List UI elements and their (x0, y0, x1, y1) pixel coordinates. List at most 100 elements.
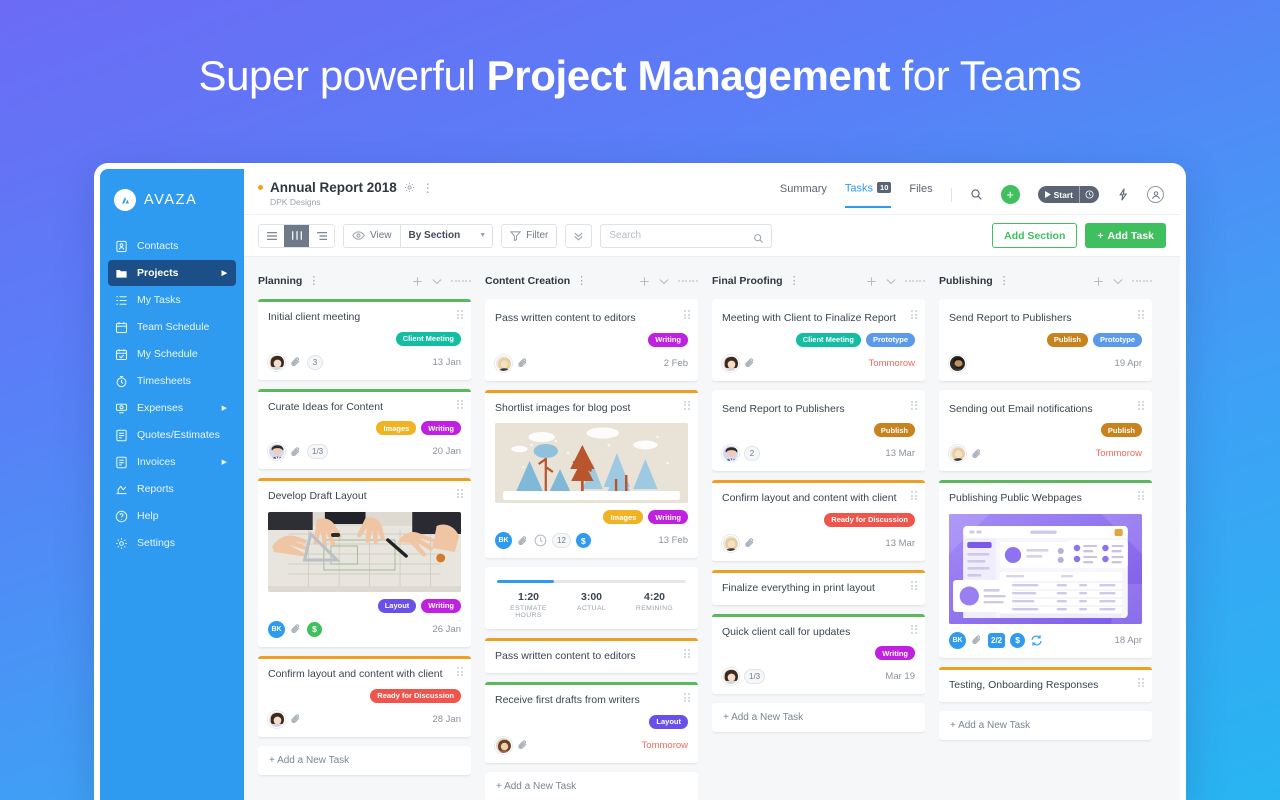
column-drag-handle-icon[interactable] (678, 280, 698, 282)
search-box[interactable] (600, 223, 773, 249)
column-drag-handle-icon[interactable] (905, 280, 925, 282)
attachment-icon[interactable] (517, 535, 529, 547)
task-tag[interactable]: Writing (648, 332, 688, 347)
task-tag[interactable]: Publish (1100, 423, 1142, 438)
view-mode-switcher[interactable] (258, 223, 335, 248)
drag-handle-icon[interactable] (911, 624, 917, 634)
drag-handle-icon[interactable] (1138, 677, 1144, 688)
search-icon[interactable] (753, 231, 764, 249)
task-card[interactable]: Send Report to Publishers Publish Prototyp… (939, 299, 1152, 381)
drag-handle-icon[interactable] (1138, 491, 1144, 501)
attachment-icon[interactable] (290, 446, 302, 458)
search-input[interactable] (601, 224, 772, 247)
drag-handle-icon[interactable] (457, 310, 463, 320)
task-card[interactable]: Develop Draft Layout Layout Writing BK $26 J… (258, 478, 471, 647)
drag-handle-icon[interactable] (1138, 400, 1144, 410)
task-card[interactable]: Confirm layout and content with client Re… (258, 655, 471, 737)
list-view-button[interactable] (259, 224, 284, 247)
task-tag[interactable]: Writing (421, 598, 461, 613)
task-tag[interactable]: Client Meeting (795, 332, 861, 347)
task-card[interactable]: Finalize everything in print layout (712, 569, 925, 605)
timer-clock-icon[interactable] (1080, 190, 1099, 199)
column-more-menu-icon[interactable]: ⋮ (999, 275, 1010, 287)
attachment-icon[interactable] (971, 634, 983, 646)
sidebar-item-timesheets[interactable]: Timesheets (108, 368, 236, 394)
drag-handle-icon[interactable] (1138, 310, 1144, 320)
task-tag[interactable]: Ready for Discussion (824, 512, 915, 527)
task-tag[interactable]: Publish (873, 423, 915, 438)
drag-handle-icon[interactable] (911, 400, 917, 410)
attachment-icon[interactable] (290, 356, 302, 368)
gear-icon[interactable] (404, 182, 415, 193)
attachment-icon[interactable] (290, 713, 302, 725)
outline-view-button[interactable] (309, 224, 334, 247)
task-card[interactable]: Curate Ideas for Content Images Writing 1/3… (258, 388, 471, 470)
view-button[interactable]: View (343, 223, 400, 248)
filter-button[interactable]: Filter (501, 223, 558, 248)
sidebar-item-invoices[interactable]: Invoices ▶ (108, 449, 236, 475)
sidebar-item-team-schedule[interactable]: Team Schedule (108, 314, 236, 340)
expand-all-button[interactable] (565, 223, 593, 248)
column-collapse-icon[interactable] (432, 278, 442, 285)
add-new-task-button[interactable]: + Add a New Task (485, 771, 698, 800)
task-tag[interactable]: Writing (875, 646, 915, 661)
project-more-menu-icon[interactable]: ⋮ (422, 182, 434, 194)
add-new-task-button[interactable]: + Add a New Task (258, 745, 471, 775)
drag-handle-icon[interactable] (911, 580, 917, 591)
tab-tasks[interactable]: Tasks 10 (844, 182, 892, 208)
sidebar-item-quotes-estimates[interactable]: Quotes/Estimates (108, 422, 236, 448)
column-collapse-icon[interactable] (1113, 278, 1123, 285)
drag-handle-icon[interactable] (911, 310, 917, 320)
tab-files[interactable]: Files (909, 183, 932, 206)
task-tag[interactable]: Layout (377, 598, 417, 613)
task-card[interactable]: Pass written content to editors Writing 2 … (485, 299, 698, 381)
task-tag[interactable]: Images (603, 510, 644, 525)
task-tag[interactable]: Publish (1046, 332, 1088, 347)
column-more-menu-icon[interactable]: ⋮ (789, 275, 800, 287)
attachment-icon[interactable] (290, 623, 302, 635)
column-add-task-icon[interactable] (866, 276, 877, 287)
drag-handle-icon[interactable] (684, 692, 690, 703)
tab-summary[interactable]: Summary (780, 183, 827, 206)
sidebar-item-projects[interactable]: Projects ▶ (108, 260, 236, 286)
task-tag[interactable]: Prototype (1092, 332, 1142, 347)
drag-handle-icon[interactable] (457, 666, 463, 677)
sidebar-item-expenses[interactable]: Expenses ▶ (108, 395, 236, 421)
task-tag[interactable]: Layout (649, 714, 688, 729)
group-by-select[interactable]: By Section ▼ (399, 223, 494, 248)
column-add-task-icon[interactable] (639, 276, 650, 287)
task-card[interactable]: Publishing Public Webpages BK 2/2 $18 Apr (939, 480, 1152, 658)
task-card[interactable]: Quick client call for updates Writing 1/3 M… (712, 613, 925, 695)
add-button[interactable]: + (1000, 185, 1020, 205)
add-new-task-button[interactable]: + Add a New Task (939, 710, 1152, 740)
column-collapse-icon[interactable] (886, 278, 896, 285)
column-add-task-icon[interactable] (1093, 276, 1104, 287)
column-drag-handle-icon[interactable] (451, 280, 471, 282)
board-view-button[interactable] (284, 224, 309, 247)
attachment-icon[interactable] (744, 537, 756, 549)
attachment-icon[interactable] (517, 739, 529, 751)
attachment-icon[interactable] (971, 448, 983, 460)
task-card[interactable]: Send Report to Publishers Publish 2 13 Mar (712, 389, 925, 472)
sidebar-item-reports[interactable]: Reports (108, 476, 236, 502)
task-card[interactable]: Initial client meeting Client Meeting 3 13 … (258, 299, 471, 380)
attachment-icon[interactable] (744, 357, 756, 369)
task-card[interactable]: Receive first drafts from writers Layout T… (485, 681, 698, 763)
add-section-button[interactable]: Add Section (992, 223, 1078, 248)
drag-handle-icon[interactable] (457, 399, 463, 409)
column-drag-handle-icon[interactable] (1132, 280, 1152, 282)
task-card[interactable]: Meeting with Client to Finalize Report Cl… (712, 299, 925, 381)
task-tag[interactable]: Ready for Discussion (370, 688, 461, 703)
task-card[interactable]: Testing, Onboarding Responses (939, 666, 1152, 702)
task-card[interactable]: Sending out Email notifications Publish To… (939, 389, 1152, 472)
drag-handle-icon[interactable] (684, 400, 690, 410)
column-more-menu-icon[interactable]: ⋮ (576, 275, 587, 287)
task-tag[interactable]: Prototype (865, 332, 915, 347)
attachment-icon[interactable] (517, 357, 529, 369)
column-more-menu-icon[interactable]: ⋮ (308, 275, 319, 287)
task-tag[interactable]: Client Meeting (395, 331, 461, 346)
sidebar-item-settings[interactable]: Settings (108, 530, 236, 556)
avatar[interactable] (1147, 186, 1164, 204)
task-card[interactable]: Confirm layout and content with client Re… (712, 480, 925, 561)
task-tag[interactable]: Writing (648, 510, 688, 525)
